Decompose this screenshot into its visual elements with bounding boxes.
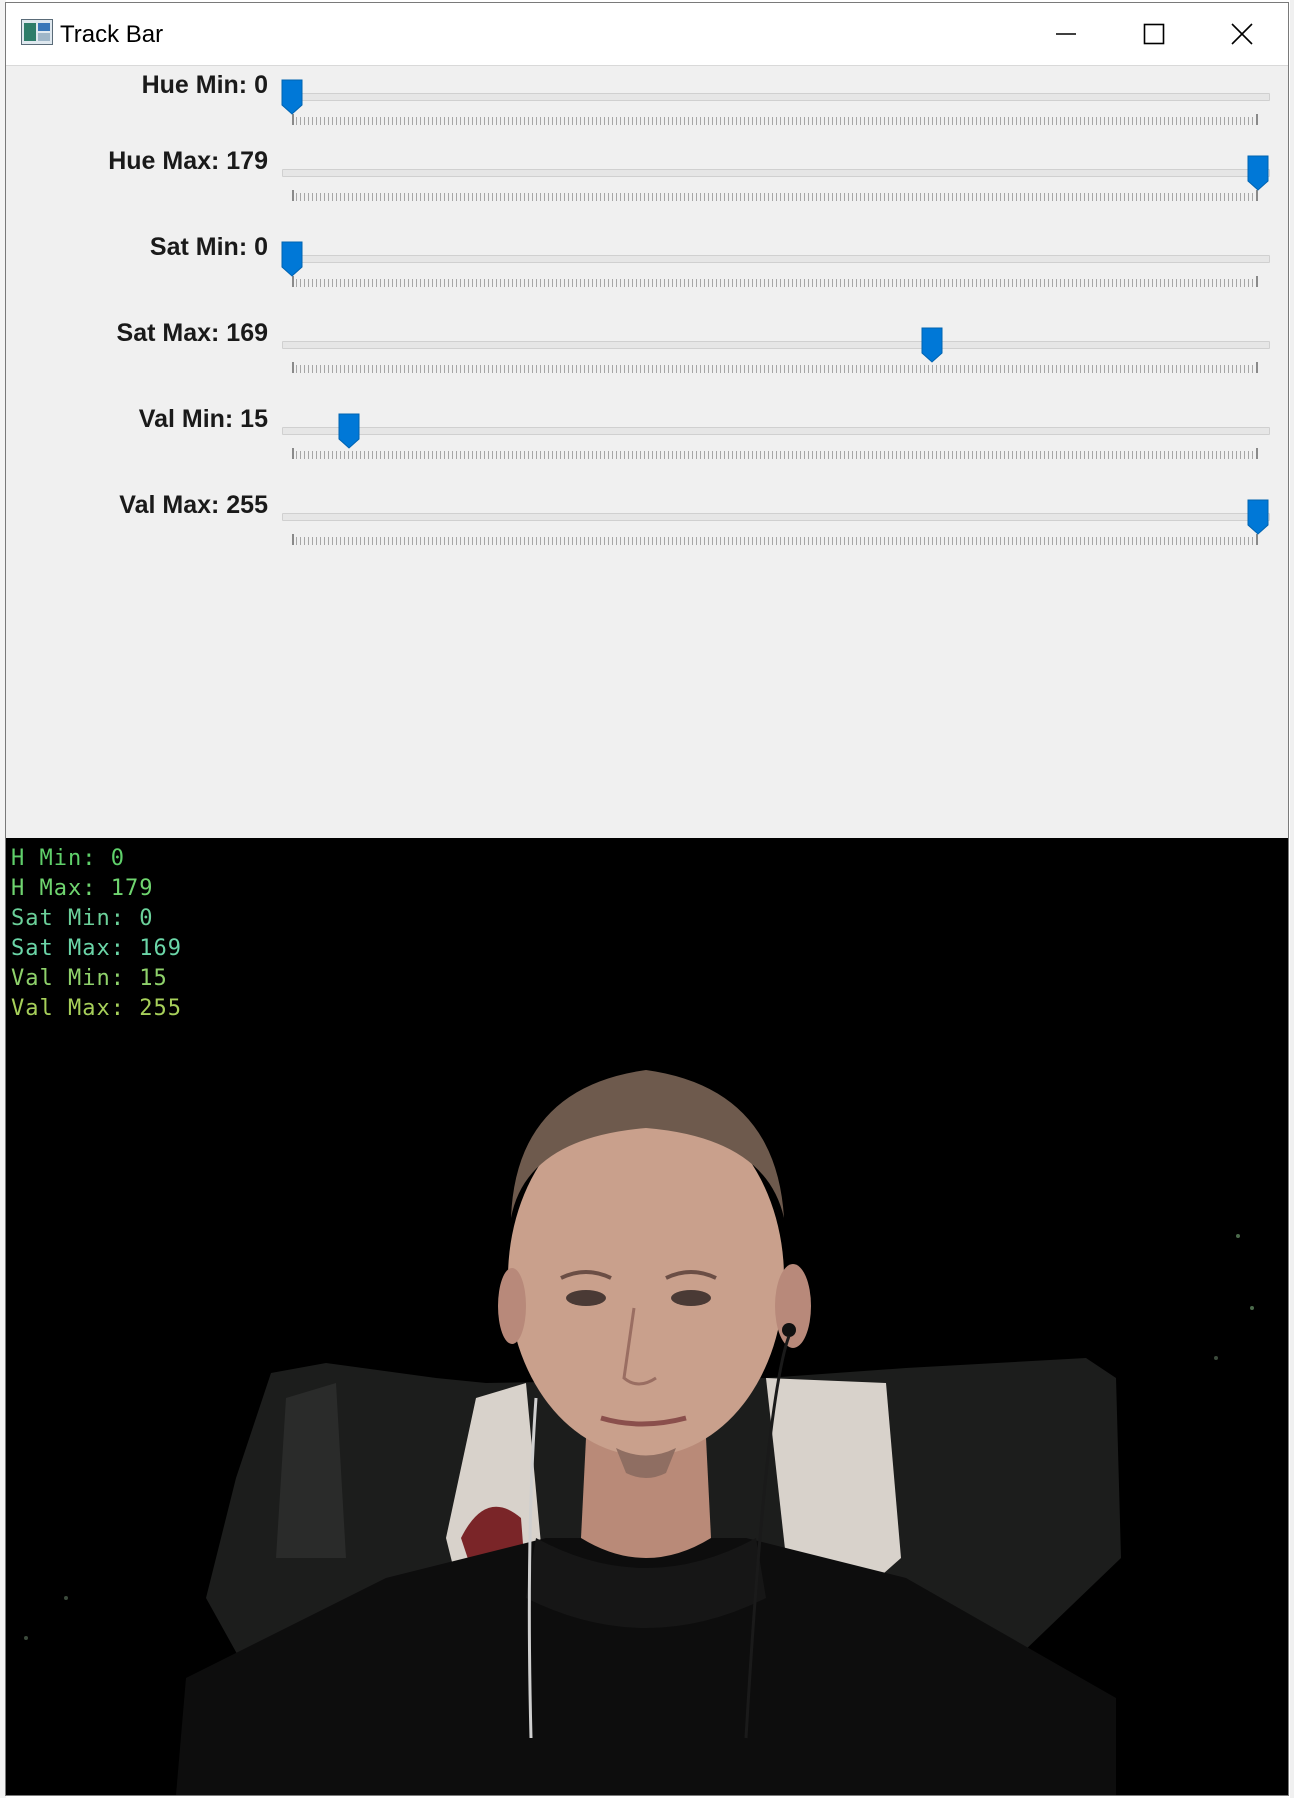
overlay-text: H Max: 179 xyxy=(11,876,154,901)
trackbar-ticks xyxy=(292,362,1258,373)
trackbar-thumb[interactable] xyxy=(281,241,303,277)
overlay-text: Sat Min: 0 xyxy=(11,906,154,931)
trackbar-sat-min: Sat Min: 0 xyxy=(6,233,1288,303)
trackbar-hue-min: Hue Min: 0 xyxy=(6,71,1288,141)
trackbar-ticks xyxy=(292,190,1258,201)
minimize-icon xyxy=(1055,23,1077,45)
trackbar-val-max: Val Max: 255 xyxy=(6,491,1288,561)
overlay-text: Val Max: 255 xyxy=(11,996,182,1021)
trackbar-ticks xyxy=(292,534,1258,545)
overlay-text: Val Min: 15 xyxy=(11,966,168,991)
video-preview: H Min: 0 H Max: 179 Sat Min: 0 Sat Max: … xyxy=(6,838,1288,1795)
trackbar-label: Val Max: 255 xyxy=(119,491,268,519)
trackbar-label: Hue Max: 179 xyxy=(108,147,268,175)
trackbar-thumb[interactable] xyxy=(1247,499,1269,535)
close-button[interactable] xyxy=(1196,3,1288,65)
trackbar-thumb[interactable] xyxy=(921,327,943,363)
trackbar-panel: Hue Min: 0 Hue Max: 179 Sat Min: 0 Sat M… xyxy=(6,66,1288,838)
trackbar-label: Sat Min: 0 xyxy=(149,233,268,261)
masked-webcam-image xyxy=(24,1070,1254,1795)
overlay-text: Sat Max: 169 xyxy=(11,936,182,961)
trackbar-track[interactable] xyxy=(282,93,1270,101)
maximize-icon xyxy=(1143,23,1165,45)
trackbar-track[interactable] xyxy=(282,513,1270,521)
trackbar-window: Track Bar Hue Min: 0 Hue Max: 179 Sat Mi… xyxy=(5,2,1289,1796)
trackbar-hue-max: Hue Max: 179 xyxy=(6,147,1288,217)
trackbar-thumb[interactable] xyxy=(338,413,360,449)
overlay-text: H Min: 0 xyxy=(11,846,125,871)
trackbar-thumb[interactable] xyxy=(281,79,303,115)
trackbar-track[interactable] xyxy=(282,255,1270,263)
trackbar-ticks xyxy=(292,276,1258,287)
trackbar-track[interactable] xyxy=(282,427,1270,435)
trackbar-track[interactable] xyxy=(282,341,1270,349)
close-icon xyxy=(1231,23,1253,45)
trackbar-label: Hue Min: 0 xyxy=(141,71,268,99)
minimize-button[interactable] xyxy=(1020,3,1112,65)
trackbar-ticks xyxy=(292,114,1258,125)
trackbar-label: Sat Max: 169 xyxy=(116,319,268,347)
maximize-button[interactable] xyxy=(1108,3,1200,65)
window-title: Track Bar xyxy=(60,21,164,48)
trackbar-val-min: Val Min: 15 xyxy=(6,405,1288,475)
title-bar[interactable]: Track Bar xyxy=(6,3,1288,66)
opencv-window-icon xyxy=(21,19,53,45)
trackbar-thumb[interactable] xyxy=(1247,155,1269,191)
trackbar-sat-max: Sat Max: 169 xyxy=(6,319,1288,389)
trackbar-ticks xyxy=(292,448,1258,459)
trackbar-label: Val Min: 15 xyxy=(138,405,268,433)
desktop-background-right xyxy=(1290,0,1294,1798)
trackbar-track[interactable] xyxy=(282,169,1270,177)
